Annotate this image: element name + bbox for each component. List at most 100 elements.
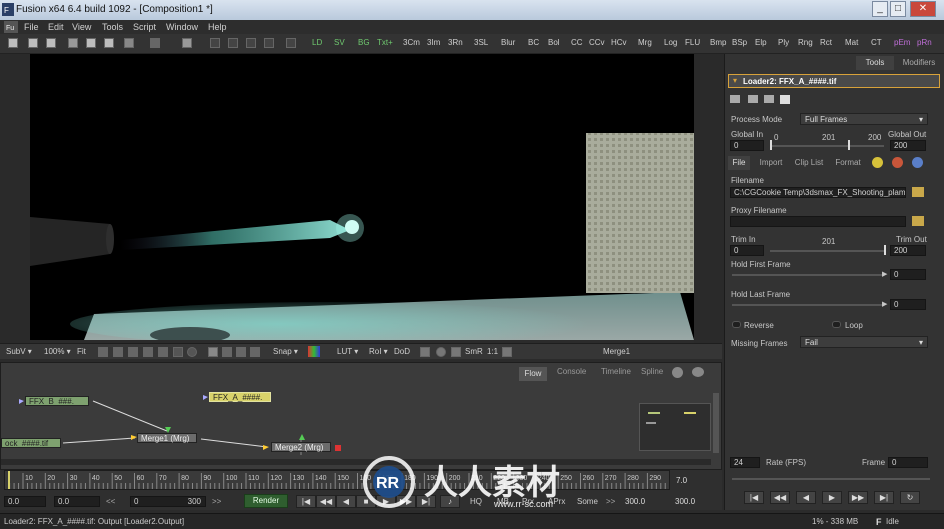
tool-sv[interactable]: SV [334,38,345,47]
panel-play-reverse-icon[interactable]: ◀ [796,491,816,504]
current-time-field[interactable]: 0.0 [4,496,46,507]
grid-options-icon[interactable] [250,347,260,357]
tool-3sl[interactable]: 3SL [474,38,488,47]
tool-ply[interactable]: Ply [778,38,789,47]
proxy-filename-field[interactable] [730,216,906,227]
cut-icon[interactable] [68,38,78,48]
curve-icon[interactable] [98,347,108,357]
tool-flu[interactable]: FLU [685,38,700,47]
fit-button[interactable]: Fit [77,347,86,356]
dod-button[interactable]: DoD [394,347,410,356]
tool-bsp[interactable]: BSp [732,38,747,47]
lock-icon[interactable] [420,347,430,357]
subtab-format[interactable]: Format [832,156,864,170]
rectangle-icon[interactable] [173,347,183,357]
global-out-handle[interactable] [848,140,850,150]
trim-in-field[interactable]: 0 [730,245,764,256]
paint-icon[interactable] [143,347,153,357]
menu-window[interactable]: Window [166,22,198,32]
subview-dropdown[interactable]: SubV ▾ [6,347,32,356]
layout-3-icon[interactable] [246,38,256,48]
tool-ld[interactable]: LD [312,38,322,47]
tool-bc[interactable]: BC [528,38,539,47]
viewer-canvas[interactable] [30,54,694,340]
folder-icon[interactable] [912,187,924,197]
tool-blur[interactable]: Blur [501,38,515,47]
node-background[interactable]: ock_####.tif [1,438,61,448]
fusion-menu-icon[interactable]: Fu [4,21,18,33]
paste-icon[interactable] [104,38,114,48]
layout-5-icon[interactable] [286,38,296,48]
panel-step-forward-icon[interactable]: ▶▶ [848,491,868,504]
menu-help[interactable]: Help [208,22,227,32]
subtab-clip-list[interactable]: Clip List [790,156,828,170]
render-end-field[interactable]: 300.0 [625,497,645,506]
trim-range-slider[interactable] [770,250,884,252]
loop-checkbox[interactable] [832,321,841,328]
zoom-dropdown[interactable]: 100% ▾ [44,347,71,356]
subtab-file[interactable]: File [728,156,750,170]
maximize-button[interactable]: □ [890,1,906,17]
ratio-button[interactable]: 1:1 [487,347,498,356]
node-ffx-a[interactable]: FFX_A_####. [209,392,271,402]
global-in-handle[interactable] [770,140,772,150]
menu-edit[interactable]: Edit [48,22,64,32]
histogram-icon[interactable] [502,347,512,357]
node-ffx-b[interactable]: FFX_B_###. [25,396,89,406]
copy-icon[interactable] [86,38,96,48]
tool-3im[interactable]: 3Im [427,38,440,47]
undo-icon[interactable] [124,38,134,48]
rgb-channels-icon[interactable] [308,346,320,357]
lock-tool-icon[interactable] [764,95,774,103]
tab-tools[interactable]: Tools [856,56,894,70]
process-mode-dropdown[interactable]: Full Frames ▾ [800,113,928,125]
text-a-icon[interactable] [208,347,218,357]
bitmap-icon[interactable] [236,347,246,357]
stereo-icon[interactable] [451,347,461,357]
menu-tools[interactable]: Tools [102,22,123,32]
tool-rct[interactable]: Rct [820,38,832,47]
polyline-icon[interactable] [113,347,123,357]
save-icon[interactable] [46,38,56,48]
gear-icon[interactable] [892,157,903,168]
play-reverse-icon[interactable]: ◀ [336,495,356,508]
tool-bg[interactable]: BG [358,38,370,47]
hold-last-field[interactable]: 0 [890,299,926,310]
panel-go-end-icon[interactable]: ▶| [874,491,894,504]
collapse-icon[interactable]: ▾ [733,76,737,85]
tool-bmp[interactable]: Bmp [710,38,726,47]
flow-scrollbar[interactable] [713,393,719,453]
tool-txt[interactable]: Txt+ [377,38,393,47]
range-right-icon[interactable]: >> [212,497,221,506]
menu-file[interactable]: File [24,22,39,32]
fps-field[interactable]: 24 [730,457,760,468]
open-icon[interactable] [28,38,38,48]
smr-button[interactable]: SmR [465,347,483,356]
roi-dropdown[interactable]: RoI ▾ [369,347,388,356]
redo-icon[interactable] [150,38,160,48]
tool-ccv[interactable]: CCv [589,38,605,47]
checker-icon[interactable] [436,347,446,357]
lut-dropdown[interactable]: LUT ▾ [337,347,358,356]
transform-icon[interactable] [158,347,168,357]
pin-icon[interactable] [748,95,758,103]
close-button[interactable]: ✕ [910,1,936,17]
tool-mat[interactable]: Mat [845,38,858,47]
pass-through-icon[interactable] [730,95,740,103]
radioactive-icon[interactable] [872,157,883,168]
bspline-icon[interactable] [128,347,138,357]
tab-modifiers[interactable]: Modifiers [898,56,940,70]
hold-first-slider[interactable] [732,274,882,276]
tool-hcv[interactable]: HCv [611,38,627,47]
panel-time-slider[interactable] [732,478,930,480]
panel-loop-icon[interactable]: ↻ [900,491,920,504]
hold-last-arrow-icon[interactable]: ▶ [882,300,887,308]
tool-header[interactable]: ▾ Loader2: FFX_A_####.tif [728,74,940,88]
trim-out-handle[interactable] [884,245,886,255]
layout-2-icon[interactable] [228,38,238,48]
flow-hscrollbar[interactable] [1,459,711,465]
global-start-field[interactable]: 0 300 [130,496,206,507]
minimize-button[interactable]: _ [872,1,888,17]
tool-3cm[interactable]: 3Cm [403,38,420,47]
layout-4-icon[interactable] [264,38,274,48]
